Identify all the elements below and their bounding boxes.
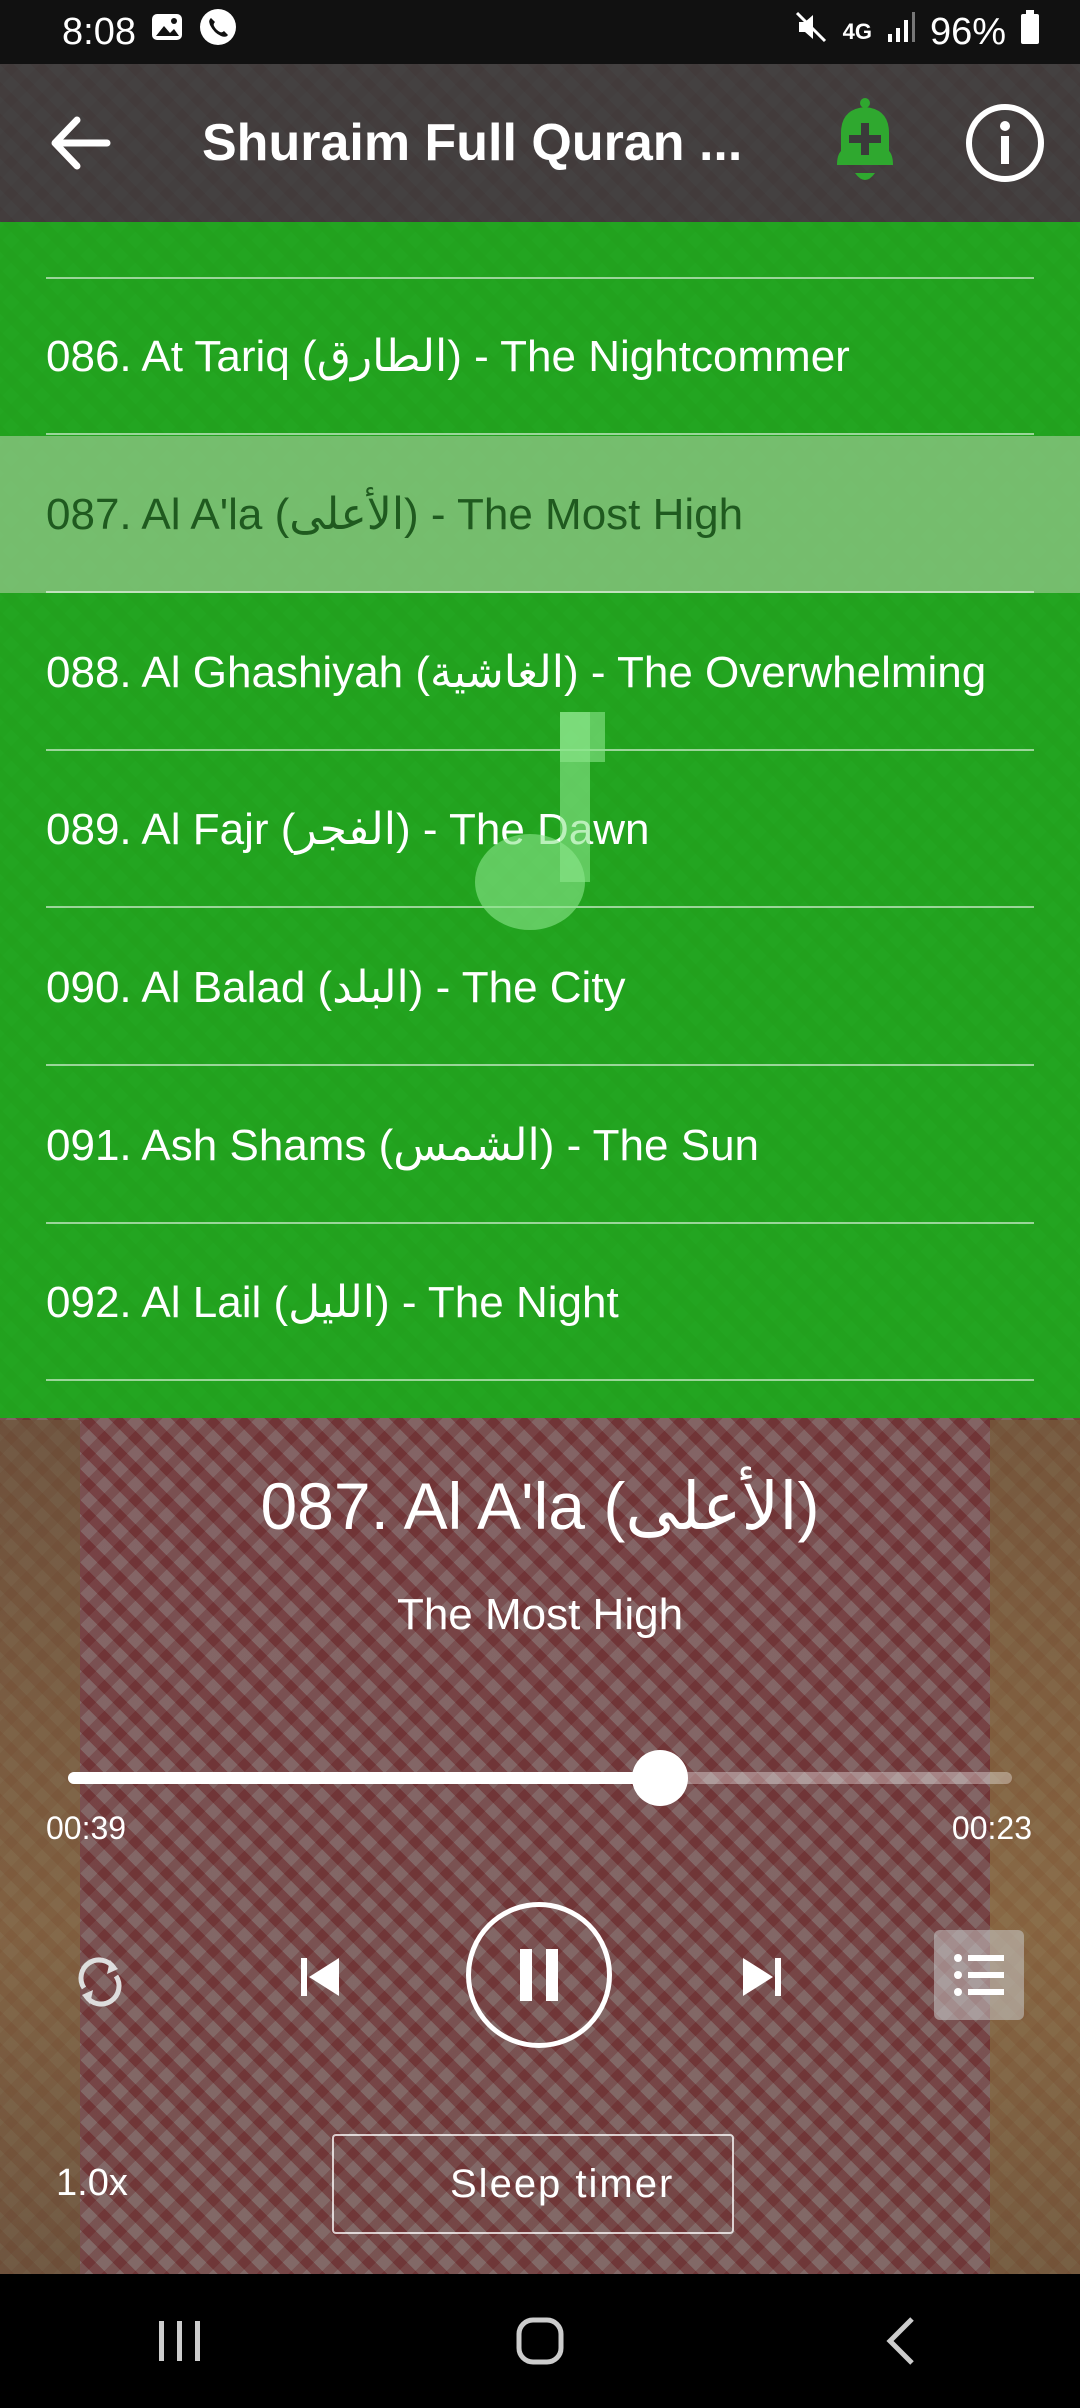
signal-icon: [886, 10, 916, 54]
gallery-icon: [150, 10, 184, 54]
mute-icon: [793, 9, 829, 55]
play-pause-button[interactable]: [466, 1902, 612, 2048]
recent-apps-button[interactable]: [120, 2291, 240, 2391]
phone-call-icon: [198, 7, 238, 57]
reminder-bell-button[interactable]: [810, 83, 920, 203]
bell-plus-icon: [837, 98, 893, 180]
track-label: 090. Al Balad (البلد) - The City: [46, 963, 626, 1012]
app-bar: Shuraim Full Quran ...: [0, 64, 1080, 222]
back-button[interactable]: [0, 64, 160, 222]
sleep-timer-button[interactable]: Sleep timer: [332, 2134, 734, 2234]
screen: 8:08 4G 96% Shuraim Full Quran ... 086. …: [0, 0, 1080, 2408]
system-nav-bar: [0, 2274, 1080, 2408]
info-button[interactable]: [950, 83, 1060, 203]
status-right: 4G 96%: [793, 9, 1040, 55]
battery-icon: [1020, 9, 1040, 55]
repeat-button[interactable]: [60, 1942, 140, 2022]
track-label: 088. Al Ghashiyah (الغاشية) - The Overwh…: [46, 648, 987, 697]
time-elapsed: 00:39: [46, 1810, 127, 1846]
skip-next-icon: [743, 1958, 781, 1996]
time-remaining: 00:23: [951, 1810, 1032, 1846]
track-row[interactable]: 090. Al Balad (البلد) - The City: [0, 909, 1080, 1066]
arrow-left-icon: [51, 116, 111, 170]
status-left: 8:08: [62, 7, 238, 57]
moon-icon: [394, 2162, 416, 2206]
battery-percent: 96%: [929, 10, 1006, 53]
track-label: 086. At Tariq (الطارق) - The Nightcommer: [46, 332, 850, 381]
chevron-left-icon: [886, 2317, 914, 2365]
recent-apps-icon: [159, 2321, 200, 2361]
track-row[interactable]: 091. Ash Shams (الشمس) - The Sun: [0, 1067, 1080, 1224]
sleep-timer-label: Sleep timer: [450, 2161, 675, 2206]
previous-button[interactable]: [280, 1932, 360, 2022]
now-playing-subtitle: The Most High: [396, 1590, 684, 1639]
music-note-icon: [475, 712, 605, 930]
track-row-active[interactable]: 087. Al A'la (الأعلى) - The Most High: [0, 436, 1080, 593]
track-row[interactable]: 092. Al Lail (الليل) - The Night: [0, 1224, 1080, 1381]
skip-previous-icon: [301, 1958, 339, 1996]
list-divider: [46, 1064, 1034, 1066]
home-button[interactable]: [480, 2291, 600, 2391]
now-playing-title: 087. Al A'la (الأعلى): [260, 1469, 820, 1543]
track-label: 087. Al A'la (الأعلى) - The Most High: [46, 490, 744, 539]
list-divider: [46, 1379, 1034, 1381]
repeat-icon: [78, 1957, 122, 2007]
network-type: 4G: [842, 19, 872, 44]
status-bar: 8:08 4G 96%: [0, 0, 1080, 64]
list-divider: [46, 591, 1034, 593]
next-button[interactable]: [722, 1932, 802, 2022]
seek-bar[interactable]: [68, 1750, 1012, 1806]
seek-bar-progress: [68, 1772, 660, 1784]
playback-speed-button[interactable]: 1.0x: [56, 2162, 128, 2205]
info-icon: [966, 104, 1044, 182]
status-time: 8:08: [62, 10, 136, 53]
seek-bar-thumb[interactable]: [631, 1750, 688, 1806]
track-label: 091. Ash Shams (الشمس) - The Sun: [46, 1121, 760, 1170]
track-label: 092. Al Lail (الليل) - The Night: [46, 1278, 619, 1327]
list-icon: [954, 1954, 1004, 1996]
playlist-toggle-button[interactable]: [934, 1930, 1024, 2020]
app-title: Shuraim Full Quran ...: [202, 114, 743, 172]
back-nav-button[interactable]: [840, 2291, 960, 2391]
track-row[interactable]: 086. At Tariq (الطارق) - The Nightcommer: [0, 278, 1080, 435]
list-divider: [46, 433, 1034, 435]
playlist-panel[interactable]: 086. At Tariq (الطارق) - The Nightcommer…: [0, 222, 1080, 1418]
pause-icon: [520, 1949, 558, 2001]
home-icon: [516, 2317, 564, 2365]
